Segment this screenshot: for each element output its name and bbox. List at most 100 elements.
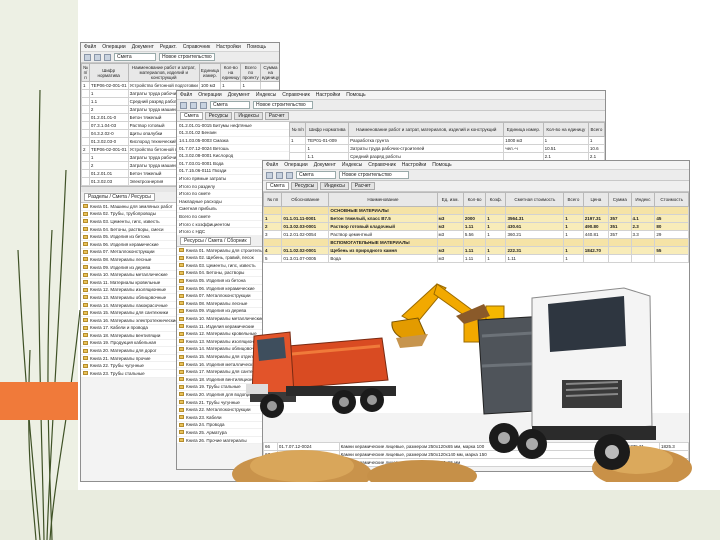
doc-type-combo[interactable]: Смета	[210, 101, 250, 109]
column-header[interactable]: Коэф.	[485, 192, 507, 207]
table-cell: 3	[263, 230, 283, 239]
table-cell: м3	[436, 222, 464, 231]
menu-item[interactable]: Настройки	[402, 162, 427, 168]
column-header[interactable]: Шифр норматива	[305, 122, 350, 137]
list-item[interactable]: 14.1.03.05-0003 Смазка	[177, 137, 289, 145]
new-icon[interactable]	[266, 171, 273, 179]
menu-item[interactable]: Файл	[84, 44, 96, 50]
mode-combo[interactable]: Новое строительство	[339, 171, 409, 179]
new-icon[interactable]	[84, 53, 91, 61]
column-header[interactable]: Единица измер.	[198, 63, 222, 82]
tab-1[interactable]: Ресурсы	[290, 182, 319, 190]
table-row[interactable]: ВСПОМОГАТЕЛЬНЫЕ МАТЕРИАЛЫ	[263, 238, 689, 247]
list-item-label: Книга 21. Материалы прочие	[90, 355, 151, 361]
column-header[interactable]: Всего	[587, 122, 605, 137]
tab-2[interactable]: Индексы	[320, 182, 349, 190]
column-header[interactable]: Ед. изм.	[436, 192, 464, 207]
menu-item[interactable]: Справочник	[368, 162, 396, 168]
column-header[interactable]: Обоснование	[281, 192, 330, 207]
column-header[interactable]: Шифр норматива	[88, 63, 129, 82]
column-header[interactable]: Индекс	[630, 192, 656, 207]
column-header[interactable]: Сметная стоимость	[505, 192, 565, 207]
tab-0[interactable]: Смета	[180, 112, 203, 120]
column-header[interactable]: Наименование работ и затрат, материалов,…	[348, 122, 505, 137]
column-header[interactable]: № п/п	[288, 122, 307, 137]
menu-item[interactable]: Редакт.	[160, 44, 177, 50]
open-icon[interactable]	[94, 53, 101, 61]
menu-item[interactable]: Помощь	[432, 162, 451, 168]
column-header[interactable]: Кол-во на единицу	[220, 63, 242, 82]
table-row[interactable]: 3 01.2.01.02-0054 Раствор цементный м3 5.56 1…	[263, 230, 689, 239]
table-cell	[81, 153, 90, 162]
new-icon[interactable]	[180, 101, 187, 109]
save-icon[interactable]	[286, 171, 293, 179]
table-cell: Затраты труда рабочих-строителей	[348, 144, 505, 153]
table-cell	[582, 254, 610, 263]
list-item-label: Книга 23. Кабели	[186, 414, 222, 420]
menu-item[interactable]: Документ	[314, 162, 336, 168]
menu-item[interactable]: Индексы	[342, 162, 362, 168]
save-icon[interactable]	[200, 101, 207, 109]
column-header[interactable]: Кол-во	[462, 192, 487, 207]
table-cell	[462, 206, 487, 215]
column-header[interactable]: Наименование	[328, 192, 438, 207]
table-row[interactable]: 4 01.1.02.02-0001 Щебень из природного кам…	[263, 246, 689, 255]
menu-item[interactable]: Помощь	[247, 44, 266, 50]
table-row[interactable]: 1 ТЕР01-01-009 Разработка грунта 1000 м3 1 1	[288, 136, 605, 145]
tab-3[interactable]: Расчет	[350, 182, 375, 190]
table-row[interactable]: 2 01.3.02.03-0001 Раствор готовый кладочны…	[263, 222, 689, 231]
menu-item[interactable]: Операции	[198, 92, 221, 98]
table-row[interactable]: 5 01.3.01.07-0005 Вода м3 1.11 1 1.11 1	[263, 254, 689, 263]
table-cell: 01.2.01.02-0054	[281, 230, 330, 239]
tab-3[interactable]: Расчет	[264, 112, 289, 120]
tab-status[interactable]: Ресурсы / Смета / Сборник	[180, 236, 251, 245]
column-header[interactable]: Единица измер.	[503, 122, 544, 137]
list-item[interactable]: 01.2.01.01-0015 Битумы нефтяные	[177, 122, 289, 130]
doc-type-combo[interactable]: Смета	[296, 171, 336, 179]
list-item-label: Книга 13. Материалы облицовочные	[90, 294, 167, 300]
column-header[interactable]: № пп	[263, 192, 283, 207]
menu-item[interactable]: Файл	[266, 162, 278, 168]
menu-item[interactable]: Документ	[228, 92, 250, 98]
table-row[interactable]: 1 ТЕР06-02-001-01 Устройство бетонной подг…	[81, 81, 279, 90]
column-header[interactable]: Стоимость	[654, 192, 689, 207]
menu-item[interactable]: Помощь	[346, 92, 365, 98]
column-header[interactable]: Сумма	[608, 192, 632, 207]
list-item[interactable]: 01.3.01.02 Бензин	[177, 130, 289, 138]
menu-item[interactable]: Справочник	[183, 44, 211, 50]
open-icon[interactable]	[190, 101, 197, 109]
list-item[interactable]: 01.3.02.08-0001 Кислород	[177, 152, 289, 160]
column-header[interactable]: Наименование работ и затрат, материалов,…	[127, 63, 200, 82]
tab-1[interactable]: Ресурсы	[204, 112, 233, 120]
table-row[interactable]: 1 01.1.01.11-0001 Бетон тяжелый, класс В7.…	[263, 214, 689, 223]
table-row[interactable]: ОСНОВНЫЕ МАТЕРИАЛЫ	[263, 206, 689, 215]
column-header[interactable]: № п/п	[81, 63, 90, 82]
save-icon[interactable]	[104, 53, 111, 61]
table-cell	[654, 206, 689, 215]
column-header[interactable]: Кол-во на единицу	[542, 122, 589, 137]
menu-item[interactable]: Настройки	[316, 92, 341, 98]
menu-item[interactable]: Операции	[284, 162, 307, 168]
table-row[interactable]: 1 Затраты труда рабочих-строителей чел.-ч 1…	[288, 144, 605, 153]
menu-item[interactable]: Настройки	[216, 44, 241, 50]
column-header[interactable]: Всего по проекту	[240, 63, 261, 82]
doc-type-combo[interactable]: Смета	[114, 53, 156, 61]
folder-icon	[179, 324, 184, 329]
menu-item[interactable]: Файл	[180, 92, 192, 98]
menu-item[interactable]: Справочник	[282, 92, 310, 98]
mode-combo[interactable]: Новое строительство	[159, 53, 215, 61]
menu-item[interactable]: Операции	[102, 44, 125, 50]
menu-item[interactable]: Индексы	[256, 92, 276, 98]
table-cell	[81, 129, 90, 138]
menu-item[interactable]: Документ	[132, 44, 154, 50]
open-icon[interactable]	[276, 171, 283, 179]
tab-status[interactable]: Разделы / Смета / Ресурсы	[84, 193, 155, 201]
column-header[interactable]: Цена	[582, 192, 610, 207]
column-header[interactable]: Всего	[563, 192, 584, 207]
list-item[interactable]: 01.7.07.12-0024 Ветошь	[177, 145, 289, 153]
tab-0[interactable]: Смета	[266, 182, 289, 190]
mode-combo[interactable]: Новое строительство	[253, 101, 313, 109]
table-cell: 2197.31	[582, 214, 610, 223]
column-header[interactable]: Сумма на единицу	[259, 63, 279, 82]
tab-2[interactable]: Индексы	[234, 112, 263, 120]
